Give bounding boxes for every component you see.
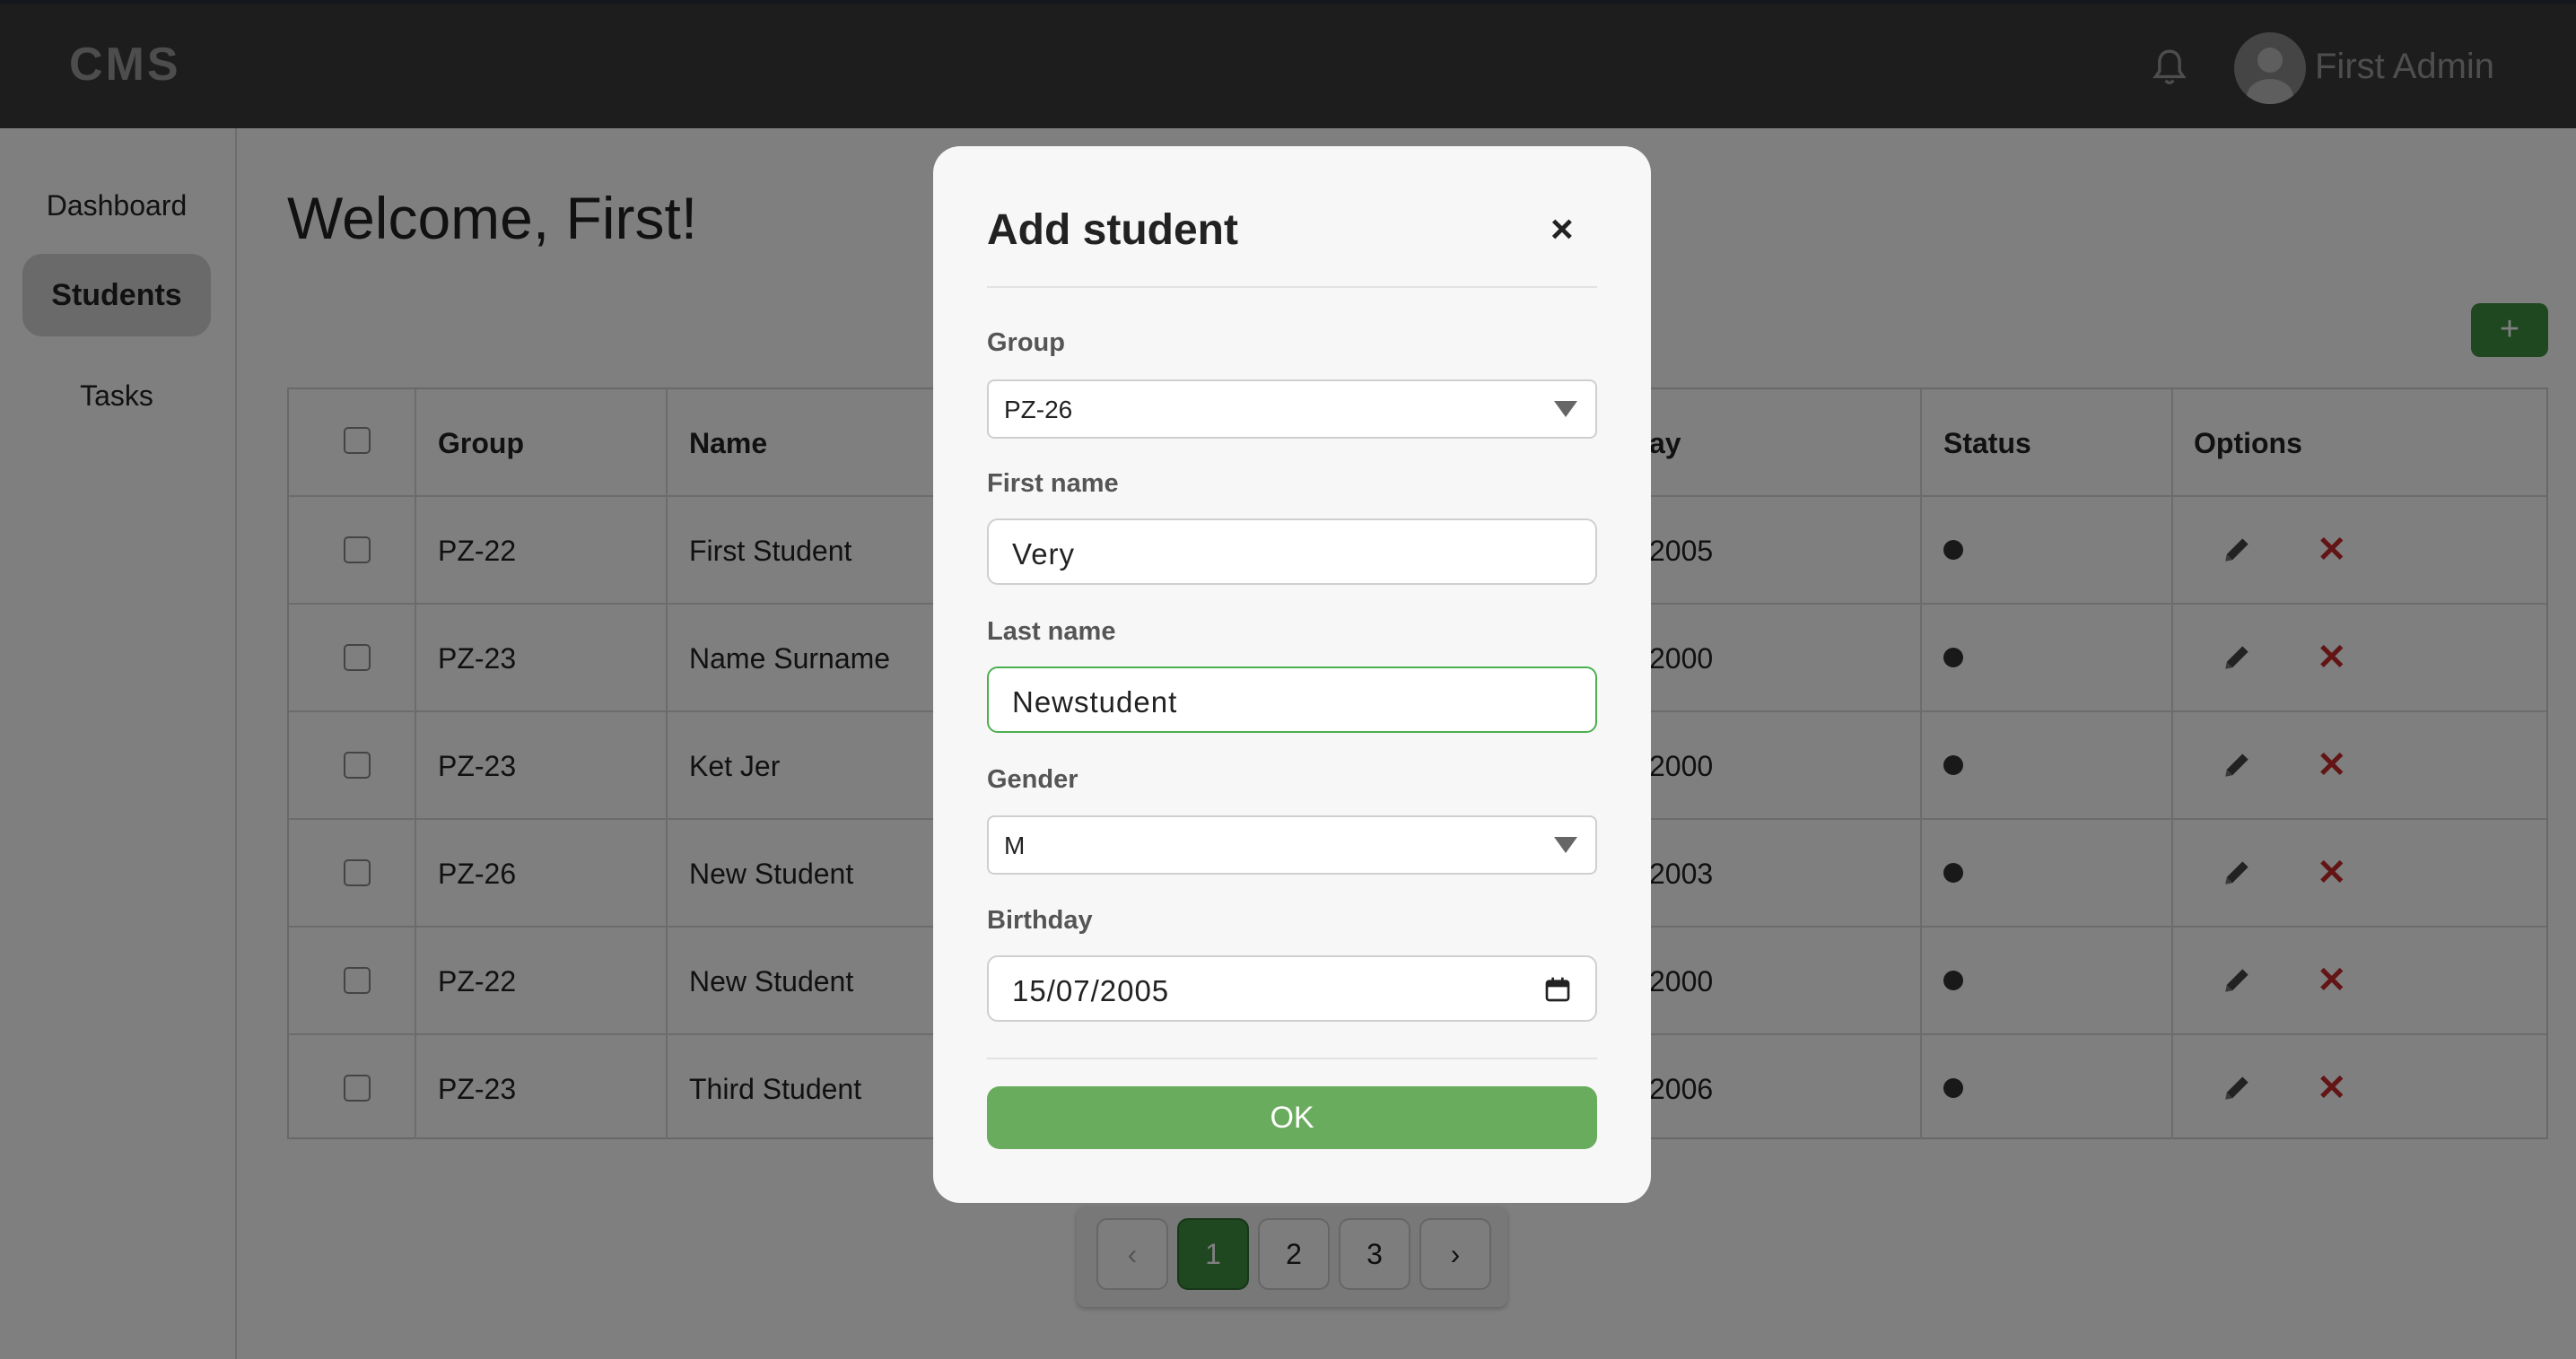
chevron-down-icon [1554,401,1577,417]
divider [987,1058,1597,1059]
calendar-icon[interactable] [1543,975,1572,1004]
first-name-label: First name [987,469,1119,498]
divider [987,286,1597,288]
add-student-modal: Add student × Group PZ-26 First name Ver… [933,146,1651,1203]
first-name-input[interactable]: Very [987,518,1597,585]
last-name-input[interactable]: Newstudent [987,666,1597,733]
birthday-input[interactable]: 15/07/2005 [987,955,1597,1022]
ok-button[interactable]: OK [987,1086,1597,1149]
group-select-value: PZ-26 [1004,396,1073,423]
first-name-value: Very [1012,537,1076,571]
modal-title: Add student [987,206,1238,254]
last-name-value: Newstudent [1012,685,1178,719]
last-name-label: Last name [987,617,1116,646]
gender-label: Gender [987,765,1078,794]
gender-select[interactable]: M [987,815,1597,875]
birthday-value: 15/07/2005 [1012,974,1170,1007]
birthday-label: Birthday [987,906,1093,935]
group-select[interactable]: PZ-26 [987,379,1597,439]
gender-select-value: M [1004,832,1026,859]
chevron-down-icon [1554,837,1577,853]
group-label: Group [987,328,1065,357]
close-icon[interactable]: × [1550,207,1574,252]
